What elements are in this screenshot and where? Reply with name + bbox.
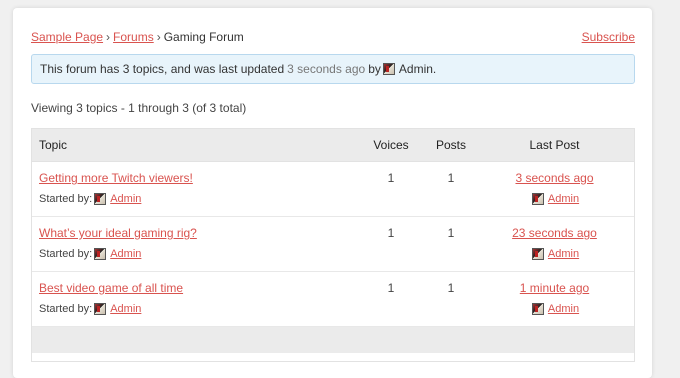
avatar-icon: [531, 248, 544, 260]
topics-table: Topic Voices Posts Last Post Getting mor…: [31, 128, 635, 362]
forum-topbar: Sample Page › Forums › Gaming Forum Subs…: [31, 29, 635, 45]
voices-count: 1: [387, 281, 395, 295]
started-by: Started by: Admin: [39, 193, 356, 205]
last-post-author-link[interactable]: Admin: [548, 303, 579, 315]
forum-info-notice: This forum has 3 topics, and was last up…: [31, 54, 635, 84]
topic-title-link[interactable]: What’s your ideal gaming rig?: [39, 226, 356, 240]
avatar-icon: [531, 193, 544, 205]
last-post-author-link[interactable]: Admin: [548, 193, 579, 205]
topic-cell: What’s your ideal gaming rig? Started by…: [32, 217, 356, 260]
header-topic: Topic: [39, 138, 68, 152]
started-by-label: Started by:: [39, 193, 93, 205]
author-link[interactable]: Admin: [110, 248, 141, 260]
last-post-author: Admin: [476, 303, 633, 315]
last-post-time-link[interactable]: 1 minute ago: [520, 281, 589, 295]
last-post-author-link[interactable]: Admin: [548, 248, 579, 260]
table-footer: [32, 327, 634, 353]
started-by-label: Started by:: [39, 248, 93, 260]
last-post-cell: 1 minute ago Admin: [476, 272, 633, 315]
author-link[interactable]: Admin: [110, 193, 141, 205]
last-post-time-link[interactable]: 23 seconds ago: [512, 226, 597, 240]
table-row: Best video game of all time Started by: …: [32, 272, 634, 327]
notice-text: This forum has 3 topics, and was last up…: [40, 62, 285, 76]
topic-cell: Best video game of all time Started by: …: [32, 272, 356, 315]
last-post-author: Admin: [476, 193, 633, 205]
started-by: Started by: Admin: [39, 248, 356, 260]
last-post-author: Admin: [476, 248, 633, 260]
breadcrumb-current: Gaming Forum: [163, 30, 244, 44]
voices-count: 1: [387, 226, 395, 240]
last-post-cell: 3 seconds ago Admin: [476, 162, 633, 205]
author-link[interactable]: Admin: [110, 303, 141, 315]
table-row: What’s your ideal gaming rig? Started by…: [32, 217, 634, 272]
breadcrumb-link-forums[interactable]: Forums: [113, 30, 154, 44]
table-header: Topic Voices Posts Last Post: [32, 129, 634, 162]
breadcrumb: Sample Page › Forums › Gaming Forum: [31, 30, 244, 44]
avatar-icon: [531, 303, 544, 315]
notice-time: 3 seconds ago: [287, 62, 366, 76]
table-row: Getting more Twitch viewers! Started by:…: [32, 162, 634, 217]
avatar-icon: [94, 303, 107, 315]
header-posts: Posts: [435, 138, 466, 152]
breadcrumb-separator: ›: [106, 30, 111, 44]
subscribe-link[interactable]: Subscribe: [582, 30, 635, 44]
started-by: Started by: Admin: [39, 303, 356, 315]
notice-suffix: .: [432, 62, 437, 76]
breadcrumb-link-sample-page[interactable]: Sample Page: [31, 30, 103, 44]
topic-title-link[interactable]: Best video game of all time: [39, 281, 356, 295]
notice-by: by: [368, 62, 381, 76]
avatar-icon: [94, 248, 107, 260]
notice-author: Admin: [398, 62, 433, 76]
avatar-icon: [94, 193, 107, 205]
voices-count: 1: [387, 171, 395, 185]
last-post-cell: 23 seconds ago Admin: [476, 217, 633, 260]
last-post-time-link[interactable]: 3 seconds ago: [515, 171, 593, 185]
started-by-label: Started by:: [39, 303, 93, 315]
breadcrumb-separator: ›: [156, 30, 161, 44]
header-last-post: Last Post: [529, 138, 580, 152]
header-voices: Voices: [373, 138, 409, 152]
posts-count: 1: [447, 281, 455, 295]
pagination-count: Viewing 3 topics - 1 through 3 (of 3 tot…: [31, 101, 247, 115]
posts-count: 1: [447, 226, 455, 240]
topic-cell: Getting more Twitch viewers! Started by:…: [32, 162, 356, 205]
forum-card: Sample Page › Forums › Gaming Forum Subs…: [13, 8, 652, 378]
avatar-icon: [382, 63, 395, 75]
topic-title-link[interactable]: Getting more Twitch viewers!: [39, 171, 356, 185]
posts-count: 1: [447, 171, 455, 185]
